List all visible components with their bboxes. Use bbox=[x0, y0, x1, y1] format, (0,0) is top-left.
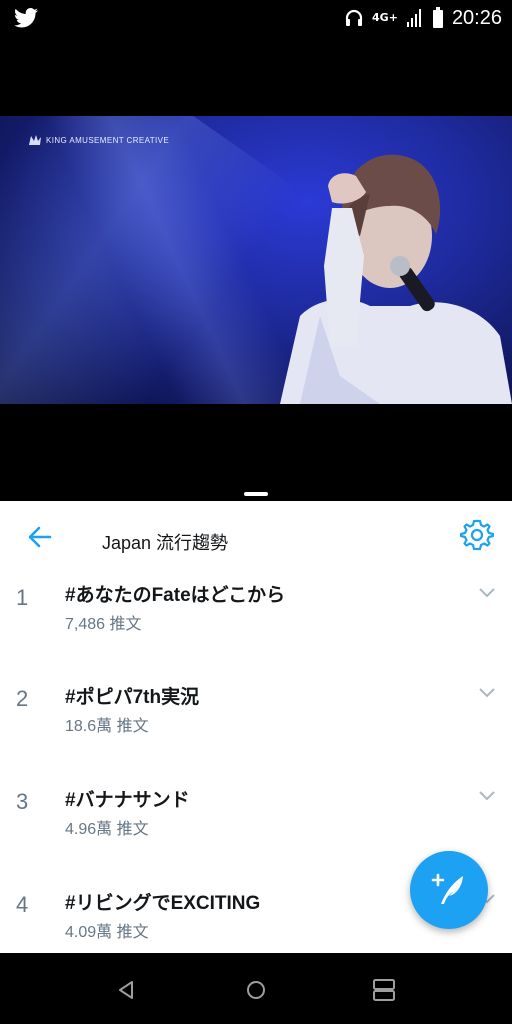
video-player[interactable]: KING AMUSEMENT CREATIVE bbox=[0, 116, 512, 404]
compose-tweet-icon bbox=[431, 873, 463, 904]
trend-row[interactable]: 2 #ポピパ7th実況 18.6萬 推文 bbox=[0, 656, 512, 760]
video-watermark: KING AMUSEMENT CREATIVE bbox=[28, 134, 169, 146]
trends-header: Japan 流行趨勢 bbox=[0, 501, 512, 580]
trend-rank: 3 bbox=[16, 789, 29, 814]
gear-icon[interactable] bbox=[460, 518, 494, 552]
sheet-drag-handle[interactable] bbox=[244, 492, 268, 496]
trend-tweet-count: 18.6萬 推文 bbox=[65, 718, 149, 735]
system-nav-bar bbox=[0, 954, 512, 1024]
signal-icon bbox=[406, 9, 421, 27]
recents-icon[interactable] bbox=[370, 976, 398, 1004]
chevron-down-icon[interactable] bbox=[478, 587, 496, 599]
performer-image bbox=[280, 154, 512, 404]
chevron-down-icon[interactable] bbox=[478, 687, 496, 699]
battery-icon bbox=[432, 7, 443, 28]
compose-tweet-button[interactable] bbox=[410, 851, 488, 929]
trend-tweet-count: 7,486 推文 bbox=[65, 616, 142, 633]
trend-name: #あなたのFateはどこから bbox=[65, 585, 286, 606]
trend-tweet-count: 4.96萬 推文 bbox=[65, 821, 149, 838]
twitter-bird-icon bbox=[14, 8, 38, 28]
trend-tweet-count: 4.09萬 推文 bbox=[65, 924, 149, 941]
clock: 20:26 bbox=[451, 6, 502, 29]
back-triangle-icon[interactable] bbox=[112, 976, 140, 1004]
trend-rank: 1 bbox=[16, 585, 29, 610]
page-title: Japan 流行趨勢 bbox=[102, 533, 229, 553]
status-bar: 4G+ 20:26 bbox=[0, 0, 512, 36]
network-type-label: 4G+ bbox=[372, 11, 398, 24]
king-logo-icon bbox=[29, 135, 41, 145]
trend-rank: 2 bbox=[16, 686, 29, 711]
trend-name: #ポピパ7th実況 bbox=[65, 687, 200, 708]
watermark-text: KING AMUSEMENT CREATIVE bbox=[46, 135, 170, 145]
headphones-icon bbox=[345, 9, 363, 26]
chevron-down-icon[interactable] bbox=[478, 790, 496, 802]
trend-row[interactable]: 3 #バナナサンド 4.96萬 推文 bbox=[0, 759, 512, 863]
trend-name: #バナナサンド bbox=[65, 790, 190, 811]
arrow-left-icon[interactable] bbox=[24, 521, 56, 553]
home-circle-icon[interactable] bbox=[242, 976, 270, 1004]
trend-name: #リビングでEXCITING bbox=[65, 893, 261, 914]
trend-rank: 4 bbox=[16, 892, 29, 917]
